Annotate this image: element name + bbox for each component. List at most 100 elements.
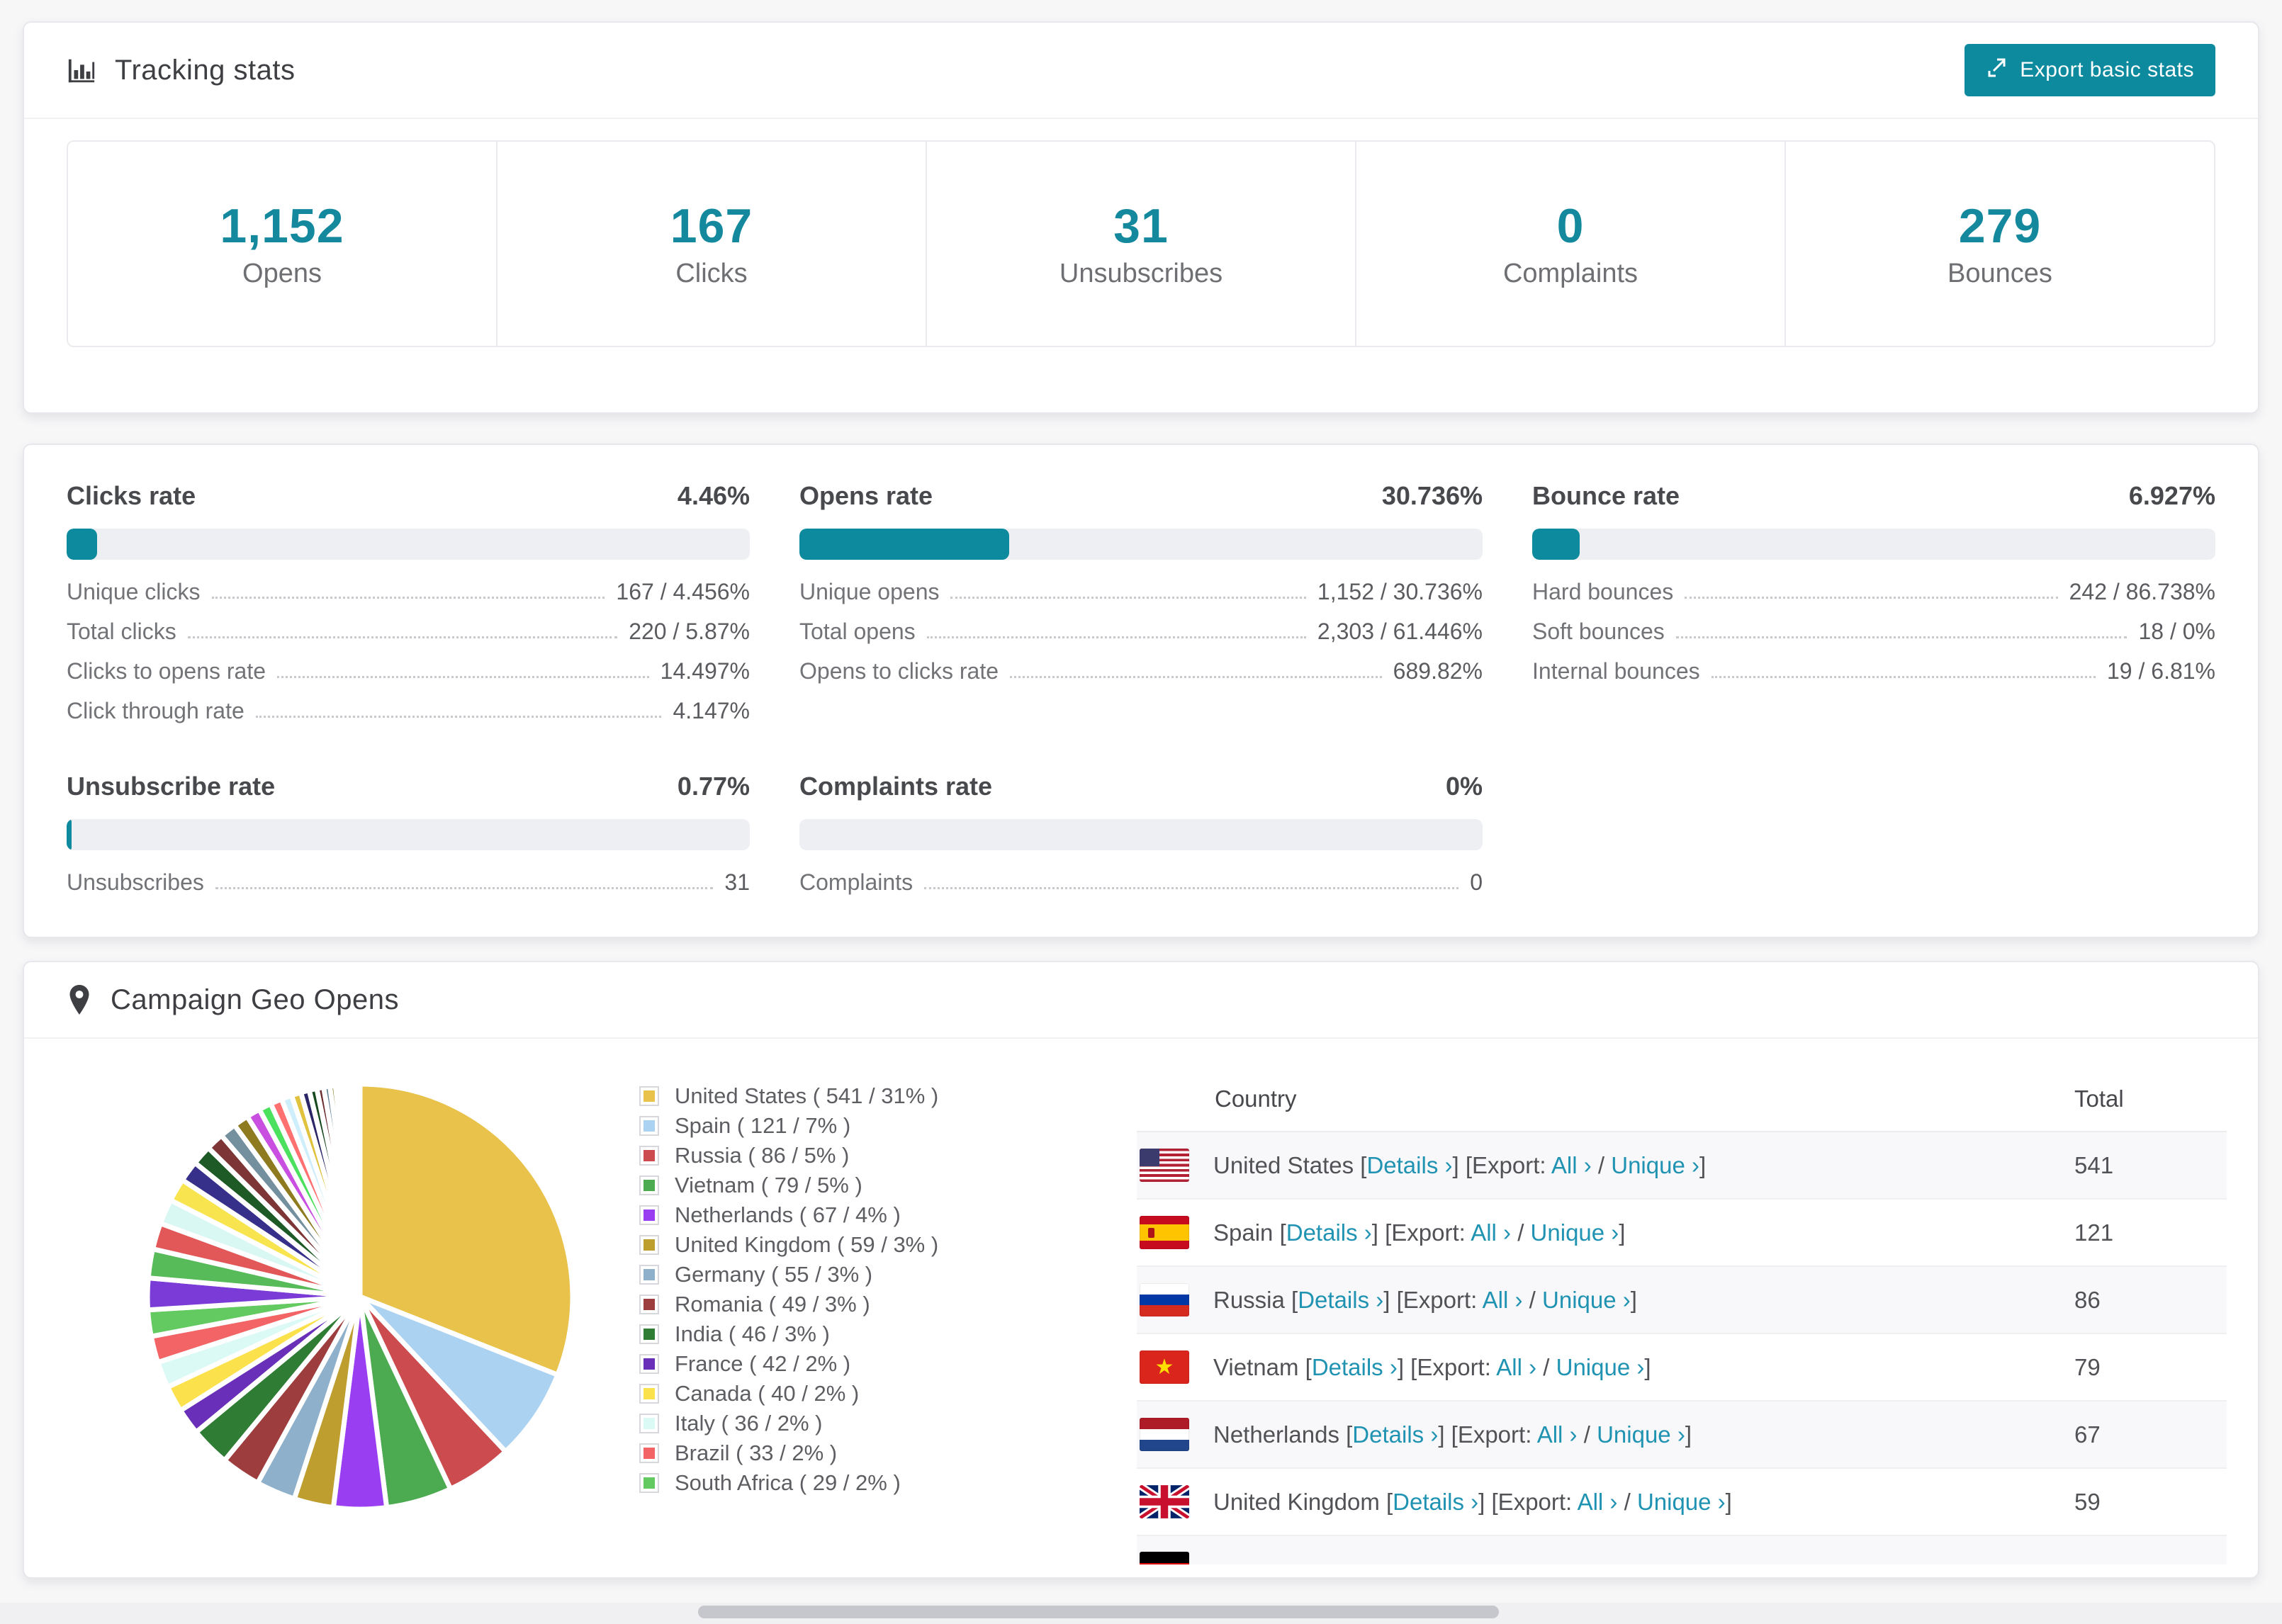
table-row-nl: Netherlands [Details ›] [Export: All › /… xyxy=(1137,1401,2227,1469)
legend-item-india: India ( 46 / 3% ) xyxy=(639,1319,938,1349)
details-link-gb[interactable]: Details › xyxy=(1393,1489,1478,1515)
details-link-nl[interactable]: Details › xyxy=(1352,1421,1438,1448)
export-all-link-ru[interactable]: All › xyxy=(1483,1287,1523,1313)
stat-label: Clicks xyxy=(675,259,748,288)
flag-cell xyxy=(1137,1266,1213,1334)
stat-cell-complaints: 0 Complaints xyxy=(1355,142,1784,346)
bracket-text: ] [Export: xyxy=(1397,1353,1497,1380)
country-cell: Spain [Details ›] [Export: All › / Uniqu… xyxy=(1213,1199,2074,1267)
legend-swatch xyxy=(639,1205,659,1225)
legend-swatch xyxy=(639,1146,659,1166)
legend-item-germany: Germany ( 55 / 3% ) xyxy=(639,1260,938,1290)
stat-cell-clicks: 167 Clicks xyxy=(496,142,926,346)
opens-rate-head: Opens rate 30.736% xyxy=(799,482,1483,510)
table-row-vn: ★ Vietnam [Details ›] [Export: All › / Un… xyxy=(1137,1333,2227,1402)
flag-gb-icon xyxy=(1140,1485,1189,1518)
bracket-text: ] [Export: xyxy=(1438,1421,1537,1448)
pie-slice-43[interactable] xyxy=(356,1081,363,1297)
stat-label: Opens xyxy=(242,259,322,288)
slash-text: / xyxy=(1617,1488,1637,1515)
bounce-rate-progress-track xyxy=(1532,529,2215,560)
export-all-link-vn[interactable]: All › xyxy=(1496,1354,1536,1380)
export-unique-link-ru[interactable]: Unique › xyxy=(1542,1287,1631,1313)
legend-swatch xyxy=(639,1086,659,1106)
export-all-link-es[interactable]: All › xyxy=(1471,1219,1511,1246)
legend-label: Romania ( 49 / 3% ) xyxy=(675,1292,870,1316)
geo-content: United States ( 541 / 31% ) Spain ( 121 /… xyxy=(24,1039,2258,1576)
export-unique-link-gb[interactable]: Unique › xyxy=(1637,1489,1726,1515)
export-unique-link-es[interactable]: Unique › xyxy=(1531,1219,1619,1246)
details-link-ru[interactable]: Details › xyxy=(1298,1287,1383,1313)
dotted-leader xyxy=(1675,636,2128,638)
export-unique-link-nl[interactable]: Unique › xyxy=(1597,1421,1685,1448)
legend-swatch xyxy=(639,1235,659,1255)
slash-text: / xyxy=(1591,1151,1612,1178)
flag-cell xyxy=(1137,1132,1213,1200)
country-name: United Kingdom [ xyxy=(1213,1488,1393,1515)
export-unique-link-us[interactable]: Unique › xyxy=(1611,1152,1699,1178)
country-name: Russia [ xyxy=(1213,1286,1298,1313)
rate-stat-value: 167 / 4.456% xyxy=(616,579,750,604)
stat-value: 31 xyxy=(1113,199,1169,253)
flag-cell xyxy=(1137,1199,1213,1267)
export-all-link-us[interactable]: All › xyxy=(1551,1152,1592,1178)
rate-stat-value: 19 / 6.81% xyxy=(2107,658,2215,684)
rate-stat-row: Complaints 0 xyxy=(799,870,1483,894)
bracket-text: ] xyxy=(1630,1286,1637,1313)
unsubscribe-rate-progress-fill xyxy=(67,819,72,850)
clicks-rate-progress-fill xyxy=(67,529,97,560)
us-canton xyxy=(1140,1149,1159,1166)
rate-stat-label: Internal bounces xyxy=(1532,658,1700,684)
unsubscribe-rate-panel: Unsubscribe rate 0.77% Unsubscribes 31 xyxy=(67,772,750,894)
complaints-rate-panel: Complaints rate 0% Complaints 0 xyxy=(799,772,1483,894)
details-link-us[interactable]: Details › xyxy=(1366,1152,1452,1178)
export-all-link-nl[interactable]: All › xyxy=(1537,1421,1578,1448)
legend-label: United States ( 541 / 31% ) xyxy=(675,1083,939,1108)
geo-title-wrap: Campaign Geo Opens xyxy=(67,983,399,1016)
bracket-text: ] [Export: xyxy=(1383,1286,1483,1313)
slash-text: / xyxy=(1511,1219,1531,1246)
complaints-rate-value: 0% xyxy=(1445,772,1483,801)
dotted-leader xyxy=(924,887,1459,889)
complaints-rate-title: Complaints rate xyxy=(799,772,993,801)
flag-es-icon xyxy=(1140,1216,1189,1249)
stat-value: 167 xyxy=(670,199,753,253)
details-link-vn[interactable]: Details › xyxy=(1312,1354,1398,1380)
page-title: Tracking stats xyxy=(115,54,296,86)
rate-stat-row: Total opens 2,303 / 61.446% xyxy=(799,619,1483,643)
partial-flag-cell xyxy=(1137,1535,2227,1564)
bracket-text: ] xyxy=(1619,1219,1626,1246)
legend-label: Netherlands ( 67 / 4% ) xyxy=(675,1202,901,1227)
details-link-es[interactable]: Details › xyxy=(1286,1219,1372,1246)
flag-cell: ★ xyxy=(1137,1333,1213,1402)
unsubscribe-rate-title: Unsubscribe rate xyxy=(67,772,276,801)
total-cell: 59 xyxy=(2074,1468,2227,1536)
stats-row: 1,152 Opens 167 Clicks 31 Unsubscribes 0 Compla… xyxy=(67,140,2215,347)
stat-label: Complaints xyxy=(1502,259,1639,288)
legend-item-canada: Canada ( 40 / 2% ) xyxy=(639,1379,938,1409)
complaints-rate-head: Complaints rate 0% xyxy=(799,772,1483,801)
horizontal-scrollbar[interactable] xyxy=(698,1606,1499,1618)
legend-item-italy: Italy ( 36 / 2% ) xyxy=(639,1409,938,1438)
rates-card: Clicks rate 4.46% Unique clicks 167 / 4.456… xyxy=(23,444,2259,938)
dotted-leader xyxy=(187,636,618,638)
rate-stat-row: Opens to clicks rate 689.82% xyxy=(799,659,1483,683)
total-cell: 86 xyxy=(2074,1266,2227,1334)
rate-stat-row: Clicks to opens rate 14.497% xyxy=(67,659,750,683)
legend-label: Vietnam ( 79 / 5% ) xyxy=(675,1173,862,1197)
bracket-text: ] xyxy=(1725,1488,1732,1515)
legend-swatch xyxy=(639,1324,659,1344)
bracket-text: ] xyxy=(1644,1353,1651,1380)
rate-stat-label: Hard bounces xyxy=(1532,579,1674,604)
export-basic-stats-button[interactable]: Export basic stats xyxy=(1965,44,2215,96)
export-all-link-gb[interactable]: All › xyxy=(1578,1489,1618,1515)
export-unique-link-vn[interactable]: Unique › xyxy=(1556,1354,1645,1380)
rate-stat-value: 14.497% xyxy=(660,658,750,684)
rate-stat-value: 242 / 86.738% xyxy=(2069,579,2215,604)
legend-label: Russia ( 86 / 5% ) xyxy=(675,1143,850,1168)
rate-stat-label: Opens to clicks rate xyxy=(799,658,999,684)
country-cell: United States [Details ›] [Export: All ›… xyxy=(1213,1132,2074,1200)
legend-swatch xyxy=(639,1414,659,1433)
country-name: United States [ xyxy=(1213,1151,1367,1178)
partial-row-clip xyxy=(1137,1536,2227,1564)
